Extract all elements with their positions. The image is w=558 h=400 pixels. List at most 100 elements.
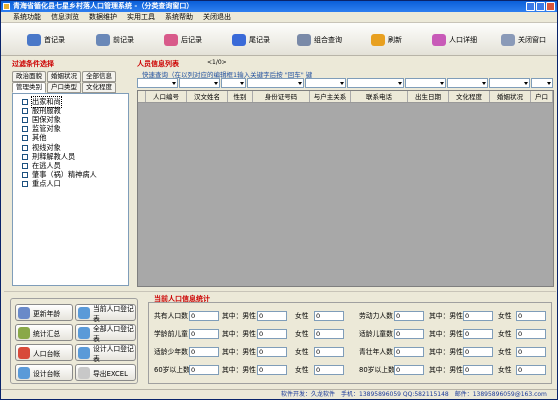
statistics-button[interactable]: 统计汇总 [15,324,73,341]
combined-query-button[interactable]: 组合查询 [297,33,342,47]
stat-among: 其中：男性 [429,330,463,338]
population-detail-button[interactable]: 人口详细 [432,33,477,47]
first-record-button[interactable]: 首记录 [27,33,65,47]
col-header[interactable]: 人口编号 [146,91,187,102]
stat-female-label: 女性 [498,366,512,374]
stat-label: 青壮年人数 [359,348,393,356]
column-filter[interactable] [447,78,488,88]
filter-title: 过滤条件选择 [12,60,54,68]
stat-among: 其中：男性 [429,312,463,320]
col-header[interactable]: 汉文姓名 [187,91,228,102]
column-filter[interactable] [137,78,178,88]
col-header[interactable]: 身份证号码 [253,91,310,102]
stat-total: 0 [394,347,424,357]
all-register-button[interactable]: 全部人口登记表 [75,324,136,343]
design-register-button[interactable]: 设计人口登记表 [75,344,136,363]
title-bar: 青海省循化县七星乡村落人口管理系统 -（分类查询窗口） [1,1,557,12]
filter-item[interactable]: 重点人口 [13,179,128,189]
column-filter[interactable] [179,78,220,88]
checkbox[interactable] [22,162,28,169]
tab-all-info[interactable]: 全部信息 [82,71,116,82]
population-grid[interactable]: 人口编号 汉文姓名 性别 身份证号码 与户主关系 联系电话 出生日期 文化程度 … [137,90,554,287]
tab-marital[interactable]: 婚姻状况 [47,71,81,82]
stat-male: 0 [463,347,493,357]
menu-tools[interactable]: 实用工具 [127,12,155,22]
prev-record-button[interactable]: 前记录 [96,33,134,47]
col-header[interactable]: 出生日期 [408,91,449,102]
stat-total: 0 [189,365,219,375]
tab-education[interactable]: 文化程度 [82,82,116,93]
menu-help[interactable]: 系统帮助 [165,12,193,22]
column-filter[interactable] [305,78,346,88]
update-age-button[interactable]: 更新年龄 [15,304,73,321]
stat-label: 80岁以上数 [359,366,395,374]
checkbox[interactable] [22,126,28,133]
stat-female: 0 [314,311,344,321]
last-record-icon [232,34,246,46]
population-ledger-button[interactable]: 人口台帐 [15,344,73,361]
col-header[interactable]: 联系电话 [351,91,408,102]
checkbox[interactable] [22,116,28,123]
minimize-button[interactable] [526,2,535,11]
menu-system[interactable]: 系统功能 [13,12,41,22]
stat-male: 0 [463,329,493,339]
filter-item[interactable]: 服刑服教 [13,106,128,115]
filter-tabs-row2: 管理类别 户口类型 文化程度 [12,82,116,93]
column-filter[interactable] [405,78,446,88]
close-window-button[interactable]: 关闭窗口 [501,33,546,47]
filter-item[interactable]: 国保对象 [13,115,128,124]
last-record-button[interactable]: 尾记录 [232,33,270,47]
list-pane: 人员信息列表 <1/0> 快速查询（在以列对应的编辑框1输入关键字后按 "回车"… [135,58,556,291]
column-filter[interactable] [221,78,246,88]
col-header[interactable]: 文化程度 [449,91,490,102]
tab-household-type[interactable]: 户口类型 [47,82,81,93]
close-button[interactable] [546,2,555,11]
filter-item[interactable]: 监管对象 [13,124,128,134]
refresh-icon [371,34,385,46]
export-excel-button[interactable]: 导出EXCEL [75,364,136,381]
column-filter[interactable] [247,78,304,88]
row-indicator-header [138,91,146,102]
stats-box: 共有人口数 0 其中：男性 0 女性 0 劳动力人数 0 其中：男性 0 女性 … [148,302,552,384]
column-filter[interactable] [489,78,530,88]
checkbox[interactable] [22,98,28,105]
current-register-button[interactable]: 当前人口登记表 [75,304,136,323]
filter-item[interactable]: 出家和尚 [13,95,128,108]
checkbox[interactable] [22,172,28,179]
column-filter[interactable] [347,78,404,88]
filter-item[interactable]: 刑释解教人员 [13,152,128,161]
column-filter[interactable] [531,78,553,88]
checkbox[interactable] [22,135,28,142]
refresh-button[interactable]: 刷新 [371,33,402,47]
stat-female: 0 [516,365,546,375]
menu-maintenance[interactable]: 数据维护 [89,12,117,22]
next-record-button[interactable]: 后记录 [164,33,202,47]
col-header[interactable]: 性别 [228,91,253,102]
tab-management-category[interactable]: 管理类别 [12,82,46,93]
stat-total: 0 [189,347,219,357]
checkbox[interactable] [22,107,28,114]
col-header[interactable]: 婚姻状况 [490,91,531,102]
stat-label: 60岁以上数 [154,366,190,374]
col-header[interactable]: 户口 [531,91,553,102]
design-ledger-button[interactable]: 设计台帐 [15,364,73,381]
checkbox[interactable] [22,181,28,188]
stat-total: 0 [394,311,424,321]
col-header[interactable]: 与户主关系 [310,91,351,102]
stat-among: 其中：男性 [222,348,256,356]
tab-political[interactable]: 政治面貌 [12,71,46,82]
current-register-icon [78,306,90,319]
checkbox[interactable] [22,153,28,160]
list-title: 人员信息列表 [137,60,179,68]
column-filter-row [135,78,556,89]
stat-female-label: 女性 [295,330,309,338]
menu-exit[interactable]: 关闭退出 [203,12,231,22]
filter-item[interactable]: 肇事（祸）精神病人 [13,170,128,180]
statistics-icon [18,326,30,339]
checkbox[interactable] [22,144,28,151]
filter-item[interactable]: 其他 [13,133,128,143]
stat-female-label: 女性 [295,348,309,356]
menu-browse[interactable]: 信息浏览 [51,12,79,22]
stat-total: 0 [394,329,424,339]
maximize-button[interactable] [536,2,545,11]
